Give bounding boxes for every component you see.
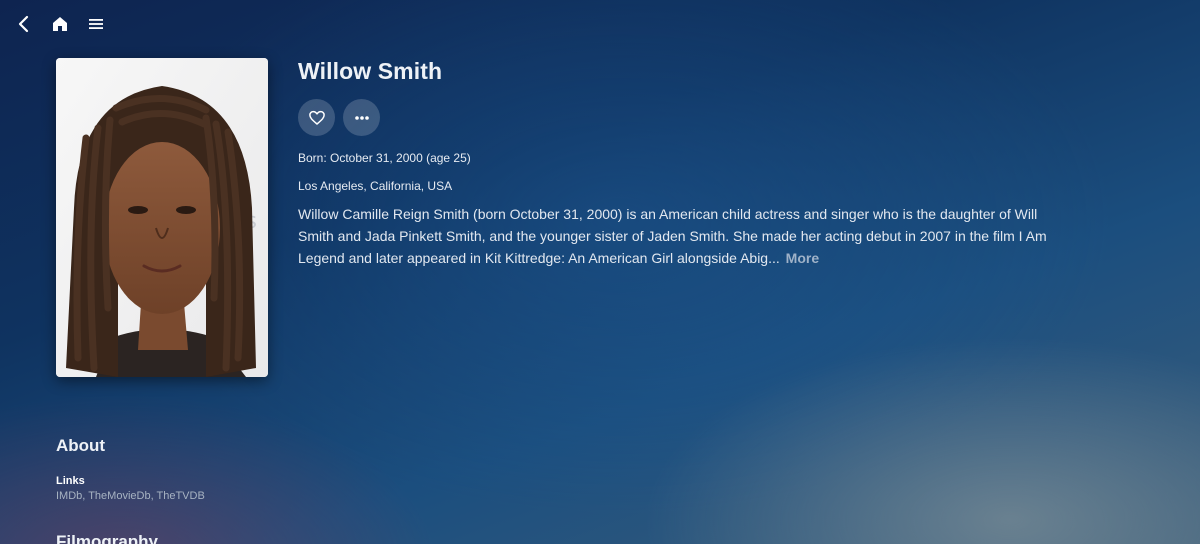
link-thetvdb[interactable]: TheTVDB (156, 490, 204, 502)
links-label: Links (56, 475, 85, 487)
more-options-button[interactable] (343, 99, 380, 136)
heart-icon (308, 110, 325, 125)
birth-date: Born: October 31, 2000 (age 25) (298, 151, 471, 165)
overview-text: Willow Camille Reign Smith (born October… (298, 206, 1047, 266)
menu-icon (89, 19, 103, 29)
links-list: IMDb, TheMovieDb, TheTVDB (56, 490, 205, 502)
overview: Willow Camille Reign Smith (born October… (298, 203, 1068, 269)
home-button[interactable] (44, 8, 76, 40)
about-section: About Links IMDb, TheMovieDb, TheTVDB (56, 436, 205, 502)
person-name: Willow Smith (298, 58, 443, 84)
top-navigation (8, 8, 112, 40)
home-icon (53, 17, 67, 31)
favorite-button[interactable] (298, 99, 335, 136)
filmography-section: Filmography (56, 532, 158, 544)
person-details: Willow Smith Born: October 31, 2000 (age… (298, 56, 1078, 269)
filmography-title: Filmography (56, 532, 159, 544)
person-portrait: es (56, 58, 268, 377)
more-link[interactable]: More (786, 250, 819, 266)
back-button[interactable] (8, 8, 40, 40)
link-imdb[interactable]: IMDb (56, 490, 82, 502)
more-horizontal-icon (354, 115, 369, 120)
back-arrow-icon (18, 15, 29, 33)
link-themoviedb[interactable]: TheMovieDb (88, 490, 150, 502)
action-buttons (298, 99, 1078, 136)
birth-place: Los Angeles, California, USA (298, 179, 453, 193)
menu-button[interactable] (80, 8, 112, 40)
portrait-image: es (56, 58, 268, 377)
about-title: About (56, 436, 106, 455)
